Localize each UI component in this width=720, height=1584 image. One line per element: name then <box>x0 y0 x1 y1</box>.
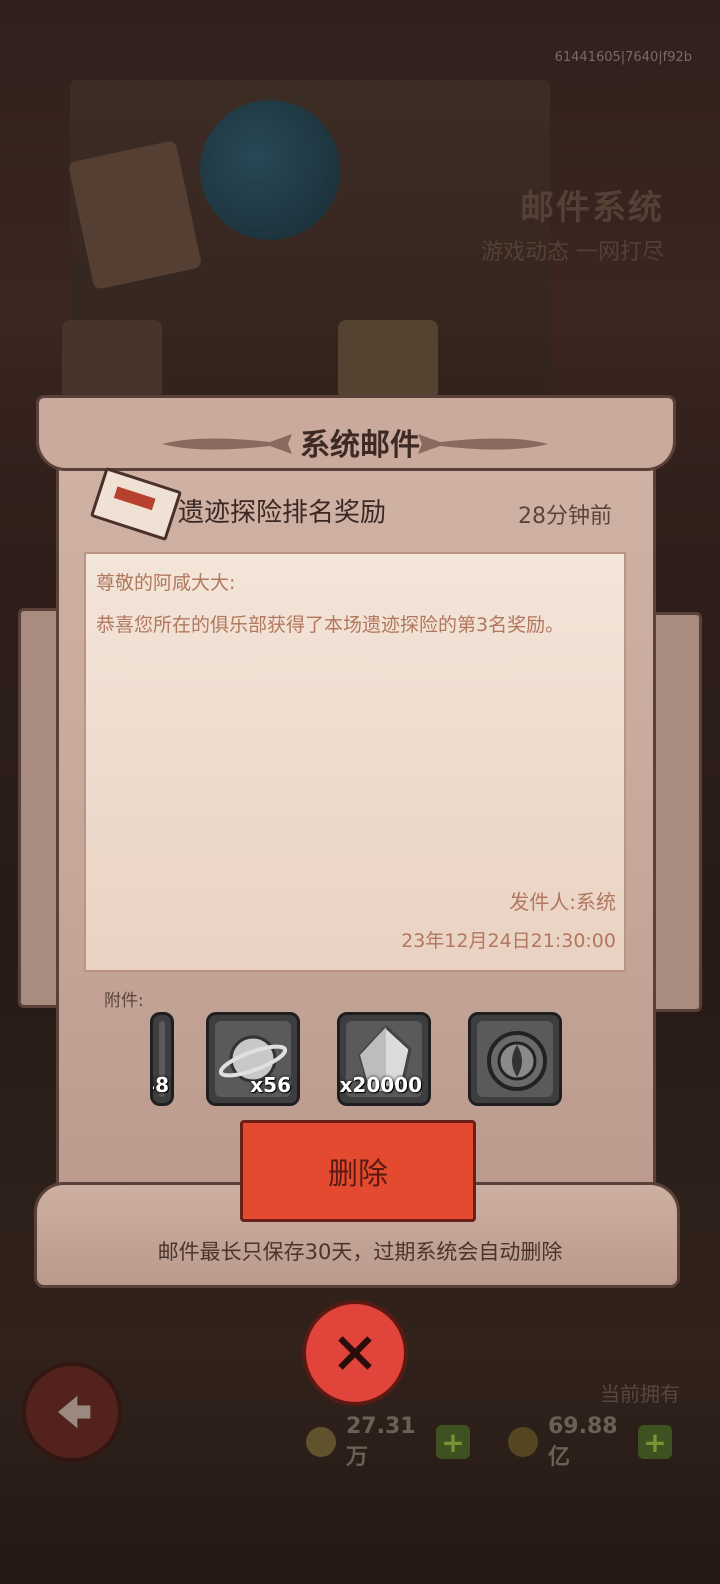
attachment-count: 48 <box>153 1073 169 1097</box>
mail-body: 恭喜您所在的俱乐部获得了本场遗迹探险的第3名奖励。 <box>96 614 565 636</box>
close-icon <box>338 1336 372 1370</box>
footer-note: 邮件最长只保存30天，过期系统会自动删除 <box>157 1240 563 1264</box>
modal-title: 系统邮件 <box>300 428 420 463</box>
mail-greeting: 尊敬的阿咸大大: <box>96 572 236 594</box>
attachment-slot[interactable]: x20000 <box>337 1012 431 1106</box>
mail-subject: 遗迹探险排名奖励 <box>178 498 387 528</box>
attachment-count: x56 <box>250 1073 291 1097</box>
fish-medal-icon <box>477 1021 553 1097</box>
attachment-slot[interactable] <box>468 1012 562 1106</box>
mail-sent-time: 23年12月24日21:30:00 <box>401 930 616 952</box>
attachment-count: x20000 <box>339 1073 422 1097</box>
attachments-label: 附件: <box>104 991 144 1011</box>
delete-button[interactable]: 删除 <box>240 1120 476 1222</box>
attachment-slot[interactable]: 48 <box>150 1012 174 1106</box>
attachment-slot[interactable]: x56 <box>206 1012 300 1106</box>
close-button[interactable] <box>302 1300 408 1406</box>
mail-sender: 发件人:系统 <box>509 890 616 914</box>
mail-time: 28分钟前 <box>518 504 612 529</box>
mail-content-box[interactable]: 尊敬的阿咸大大: 恭喜您所在的俱乐部获得了本场遗迹探险的第3名奖励。 发件人:系… <box>84 552 626 972</box>
